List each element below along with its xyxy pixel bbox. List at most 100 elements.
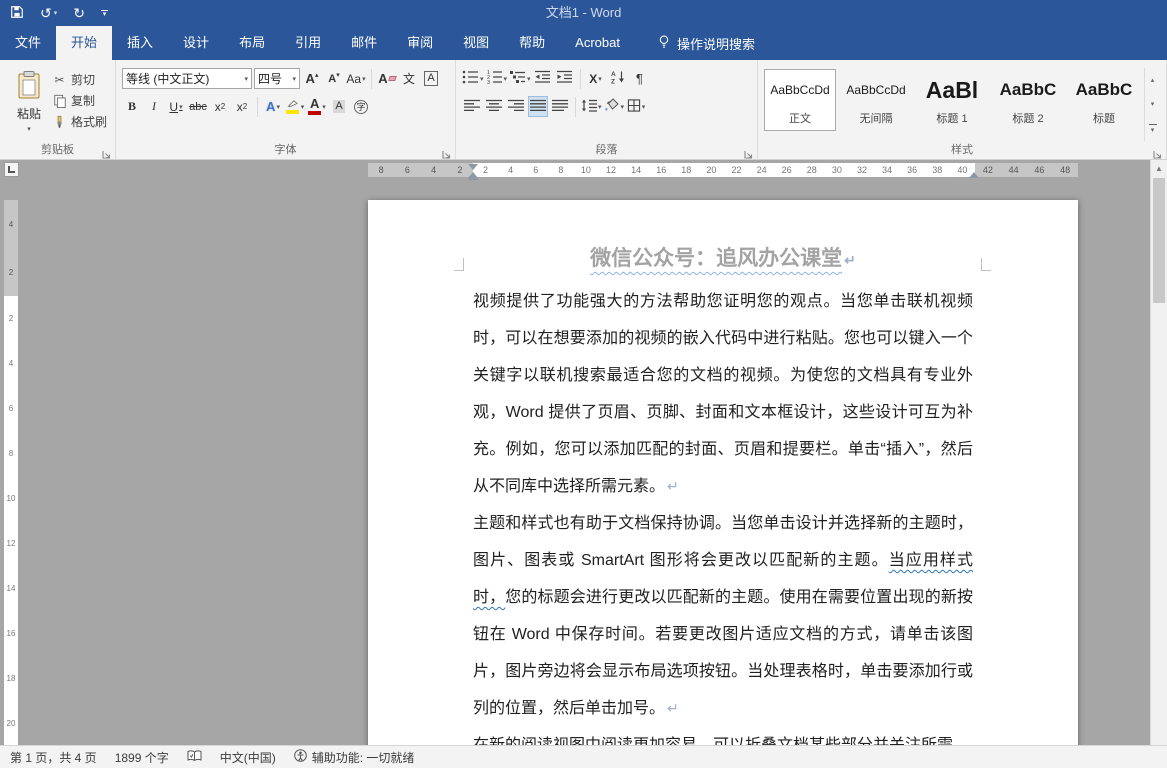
change-case-button[interactable]: Aa▾: [346, 68, 366, 89]
shading-button[interactable]: ▾: [604, 96, 625, 117]
document-page[interactable]: 微信公众号：追风办公课堂↵ 视频提供了功能强大的方法帮助您证明您的观点。当您单击…: [368, 200, 1078, 745]
document-title[interactable]: 微信公众号：追风办公课堂↵: [473, 244, 973, 275]
ruler-number: 32: [849, 165, 874, 175]
tab-视图[interactable]: 视图: [448, 26, 504, 60]
tab-文件[interactable]: 文件: [0, 26, 56, 60]
cut-button[interactable]: ✂剪切: [52, 71, 107, 88]
indent-marker-right[interactable]: [969, 172, 979, 178]
subscript-button[interactable]: x2: [210, 96, 230, 117]
underline-button[interactable]: U▾: [166, 96, 186, 117]
scrollbar-thumb[interactable]: [1153, 178, 1165, 303]
ribbon-tab-bar: 文件开始插入设计布局引用邮件审阅视图帮助Acrobat 操作说明搜索: [0, 26, 1167, 60]
vertical-scrollbar[interactable]: ▲: [1150, 160, 1167, 745]
enclose-characters-button[interactable]: 字: [351, 96, 371, 117]
font-name-select[interactable]: 等线 (中文正文)▾: [122, 68, 252, 89]
sort-button[interactable]: AZ: [608, 68, 628, 89]
text-effects-button[interactable]: A▾: [263, 96, 283, 117]
style-item-标题 1[interactable]: AaBl标题 1: [916, 69, 988, 131]
paragraph-1[interactable]: 视频提供了功能强大的方法帮助您证明您的观点。当您单击联机视频时，可以在想要添加的…: [473, 283, 973, 505]
align-right-icon: [508, 99, 524, 115]
superscript-button[interactable]: x2: [232, 96, 252, 117]
paragraph-2[interactable]: 主题和样式也有助于文档保持协调。当您单击设计并选择新的主题时，图片、图表或 Sm…: [473, 505, 973, 727]
tab-帮助[interactable]: 帮助: [504, 26, 560, 60]
distribute-button[interactable]: [550, 96, 570, 117]
paste-clipboard-icon: [16, 70, 42, 105]
strikethrough-button[interactable]: abc: [188, 96, 208, 117]
shrink-font-button[interactable]: A▾: [324, 68, 344, 89]
gallery-more-button[interactable]: ▾: [1145, 117, 1160, 141]
character-border-button[interactable]: A: [421, 68, 441, 89]
tab-设计[interactable]: 设计: [168, 26, 224, 60]
multilevel-list-button[interactable]: ▾: [509, 68, 531, 89]
tab-邮件[interactable]: 邮件: [336, 26, 392, 60]
tab-布局[interactable]: 布局: [224, 26, 280, 60]
crop-mark-top-right: [981, 258, 991, 271]
character-shading-button[interactable]: A: [329, 96, 349, 117]
page-indicator[interactable]: 第 1 页，共 4 页: [10, 749, 97, 766]
italic-button[interactable]: I: [144, 96, 164, 117]
style-item-标题[interactable]: AaBbC标题: [1068, 69, 1140, 131]
increase-indent-button[interactable]: [555, 68, 575, 89]
redo-button[interactable]: ↻: [73, 6, 85, 20]
bullets-button[interactable]: ▾: [462, 68, 484, 89]
undo-dropdown-icon[interactable]: ▾: [54, 10, 58, 17]
increase-indent-icon: [556, 70, 573, 87]
tab-Acrobat[interactable]: Acrobat: [560, 26, 635, 60]
font-color-button[interactable]: A▾: [307, 96, 327, 117]
paragraph-mark: ↵: [844, 252, 856, 268]
gallery-scroll-down-button[interactable]: ▾: [1145, 92, 1160, 116]
tab-stop-selector[interactable]: [4, 162, 19, 177]
bold-button[interactable]: B: [122, 96, 142, 117]
align-left-button[interactable]: [462, 96, 482, 117]
first-line-indent-marker[interactable]: [468, 164, 478, 170]
proofing-status[interactable]: [187, 750, 202, 765]
style-item-正文[interactable]: AaBbCcDd正文: [764, 69, 836, 131]
ribbon: 粘贴▾ ✂剪切 复制 格式刷 剪贴板 等线 (中文正文)▾ 四号▾ A▴ A▾ …: [0, 60, 1167, 160]
numbering-button[interactable]: 123▾: [486, 68, 508, 89]
gallery-scroll-up-button[interactable]: ▴: [1145, 68, 1160, 92]
copy-button[interactable]: 复制: [52, 92, 107, 109]
text-highlight-button[interactable]: ▾: [285, 96, 305, 117]
tab-审阅[interactable]: 审阅: [392, 26, 448, 60]
chevron-down-icon: ▾: [27, 126, 31, 133]
ruler-number: 10: [573, 165, 598, 175]
style-item-标题 2[interactable]: AaBbC标题 2: [992, 69, 1064, 131]
clipboard-dialog-launcher[interactable]: [102, 146, 112, 156]
tab-开始[interactable]: 开始: [56, 26, 112, 60]
ruler-number: 6: [9, 386, 13, 431]
borders-button[interactable]: ▾: [626, 96, 646, 117]
scroll-up-arrow[interactable]: ▲: [1151, 160, 1167, 176]
grow-font-button[interactable]: A▴: [302, 68, 322, 89]
paragraph-3[interactable]: 在新的阅读视图中阅读更加容易。可以折叠文档某些部分并关注所需: [473, 727, 973, 745]
font-dialog-launcher[interactable]: [442, 146, 452, 156]
customize-quick-access-button[interactable]: ▾: [101, 10, 108, 17]
right-indent-marker[interactable]: [969, 172, 979, 178]
style-item-无间隔[interactable]: AaBbCcDd无间隔: [840, 69, 912, 131]
font-size-select[interactable]: 四号▾: [254, 68, 300, 89]
undo-button[interactable]: ↺▾: [40, 6, 57, 20]
clear-formatting-button[interactable]: A: [377, 68, 397, 89]
format-painter-button[interactable]: 格式刷: [52, 113, 107, 130]
tell-me-search[interactable]: 操作说明搜索: [645, 26, 767, 60]
line-spacing-button[interactable]: ▾: [581, 96, 602, 117]
phonetic-guide-button[interactable]: 文: [399, 68, 419, 89]
vertical-ruler[interactable]: 42 2468101214161820: [4, 200, 18, 745]
styles-dialog-launcher[interactable]: [1153, 146, 1163, 156]
word-count[interactable]: 1899 个字: [115, 749, 169, 766]
format-painter-icon: [52, 115, 67, 129]
ruler-number: 4: [421, 165, 447, 175]
save-button[interactable]: [10, 5, 24, 21]
accessibility-status[interactable]: 辅助功能: 一切就绪: [294, 749, 415, 766]
horizontal-ruler[interactable]: 8642 24681012141618202224262830323436384…: [368, 163, 1078, 177]
asian-layout-button[interactable]: X▾: [586, 68, 606, 89]
language-indicator[interactable]: 中文(中国): [220, 749, 276, 766]
align-right-button[interactable]: [506, 96, 526, 117]
justify-button[interactable]: [528, 96, 548, 117]
align-center-button[interactable]: [484, 96, 504, 117]
tab-插入[interactable]: 插入: [112, 26, 168, 60]
tab-引用[interactable]: 引用: [280, 26, 336, 60]
show-formatting-marks-button[interactable]: ¶: [630, 68, 650, 89]
paragraph-dialog-launcher[interactable]: [744, 146, 754, 156]
decrease-indent-button[interactable]: [533, 68, 553, 89]
paste-button[interactable]: 粘贴▾: [6, 68, 52, 141]
